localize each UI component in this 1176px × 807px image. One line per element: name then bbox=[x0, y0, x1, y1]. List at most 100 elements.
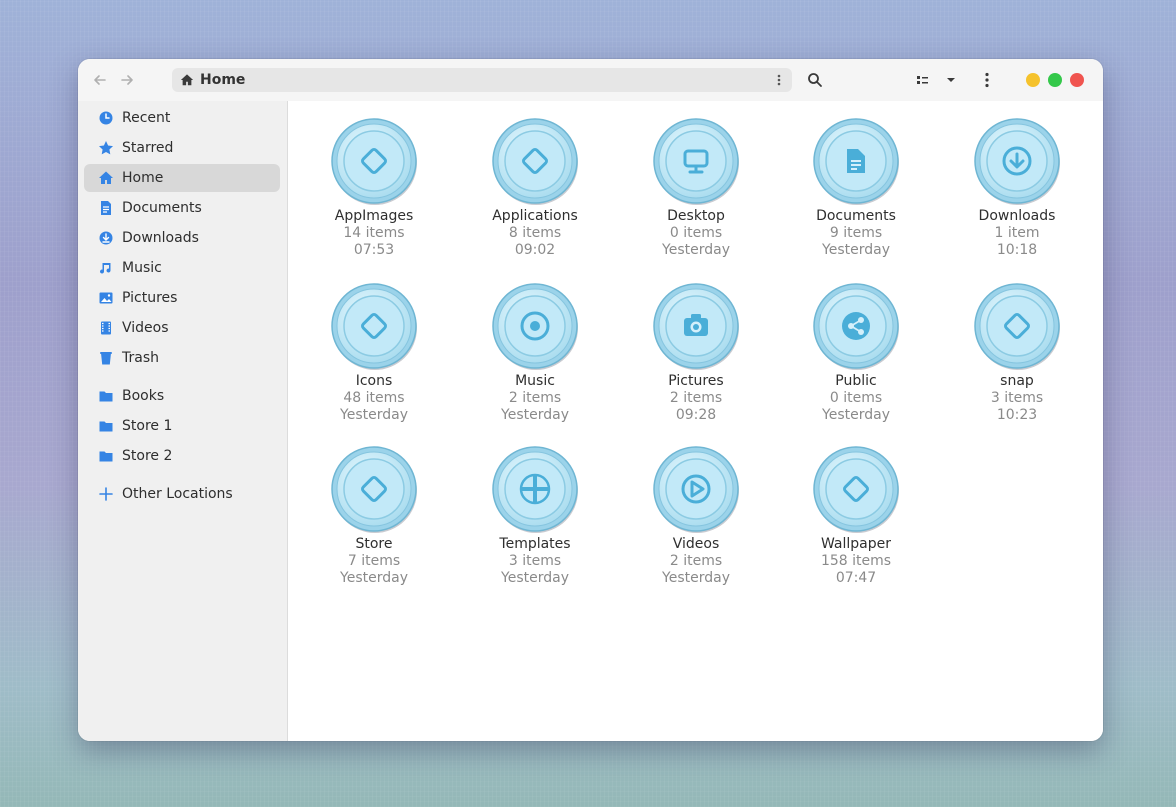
folder-item[interactable]: Music 2 items Yesterday bbox=[460, 282, 610, 424]
folder-item-count: 2 items bbox=[669, 390, 723, 406]
folder-document-icon bbox=[812, 117, 900, 205]
document-icon bbox=[98, 200, 114, 216]
path-bar[interactable]: Home bbox=[172, 68, 792, 92]
sidebar-item-recent[interactable]: Recent bbox=[84, 104, 280, 132]
folder-item[interactable]: Icons 48 items Yesterday bbox=[299, 282, 449, 424]
sidebar-item-starred[interactable]: Starred bbox=[84, 134, 280, 162]
kebab-menu-icon[interactable] bbox=[977, 70, 997, 90]
folder-item-count: 9 items bbox=[829, 225, 883, 241]
folder-item[interactable]: AppImages 14 items 07:53 bbox=[299, 117, 449, 259]
download-icon bbox=[98, 230, 114, 246]
trash-icon bbox=[98, 350, 114, 366]
folder-item[interactable]: Downloads 1 item 10:18 bbox=[942, 117, 1092, 259]
sidebar-item-books[interactable]: Books bbox=[84, 382, 280, 410]
arrow-right-icon[interactable] bbox=[117, 70, 137, 90]
folder-diamond-icon bbox=[812, 445, 900, 533]
folder-item[interactable]: Store 7 items Yesterday bbox=[299, 445, 449, 587]
sidebar-item-label: Recent bbox=[122, 110, 171, 126]
list-view-icon[interactable] bbox=[913, 70, 933, 90]
close-button[interactable] bbox=[1070, 73, 1084, 87]
path-crumb-home[interactable]: Home bbox=[180, 72, 245, 88]
file-manager-window: Home Recent Starred Home Documents Downloads… bbox=[78, 59, 1103, 741]
folder-item-count: 3 items bbox=[508, 553, 562, 569]
folder-name: Icons bbox=[355, 373, 393, 389]
folder-item-count: 0 items bbox=[669, 225, 723, 241]
folder-modified-time: Yesterday bbox=[340, 570, 408, 586]
folder-plus-icon bbox=[491, 445, 579, 533]
folder-item[interactable]: Videos 2 items Yesterday bbox=[621, 445, 771, 587]
sidebar-item-music[interactable]: Music bbox=[84, 254, 280, 282]
folder-item-count: 8 items bbox=[508, 225, 562, 241]
sidebar-item-documents[interactable]: Documents bbox=[84, 194, 280, 222]
folder-item[interactable]: Templates 3 items Yesterday bbox=[460, 445, 610, 587]
chevron-down-icon[interactable] bbox=[941, 70, 961, 90]
sidebar: Recent Starred Home Documents Downloads Music… bbox=[78, 101, 288, 741]
sidebar-item-home[interactable]: Home bbox=[84, 164, 280, 192]
sidebar-item-pictures[interactable]: Pictures bbox=[84, 284, 280, 312]
folder-modified-time: Yesterday bbox=[340, 407, 408, 423]
folder-item-count: 14 items bbox=[343, 225, 405, 241]
folder-item[interactable]: Documents 9 items Yesterday bbox=[781, 117, 931, 259]
video-icon bbox=[98, 320, 114, 336]
folder-modified-time: Yesterday bbox=[501, 407, 569, 423]
folder-item[interactable]: Applications 8 items 09:02 bbox=[460, 117, 610, 259]
folder-item-count: 3 items bbox=[990, 390, 1044, 406]
maximize-button[interactable] bbox=[1048, 73, 1062, 87]
folder-modified-time: 09:02 bbox=[514, 242, 556, 258]
search-icon[interactable] bbox=[805, 70, 825, 90]
folder-modified-time: Yesterday bbox=[822, 242, 890, 258]
folder-name: Store bbox=[355, 536, 393, 552]
folder-item[interactable]: Desktop 0 items Yesterday bbox=[621, 117, 771, 259]
headerbar: Home bbox=[78, 59, 1103, 102]
folder-item-count: 7 items bbox=[347, 553, 401, 569]
folder-item-count: 2 items bbox=[508, 390, 562, 406]
folder-item-count: 1 item bbox=[994, 225, 1040, 241]
path-menu-icon[interactable] bbox=[774, 71, 784, 89]
home-icon bbox=[180, 74, 194, 86]
sidebar-item-label: Other Locations bbox=[122, 486, 233, 502]
folder-modified-time: Yesterday bbox=[501, 570, 569, 586]
folder-item[interactable]: snap 3 items 10:23 bbox=[942, 282, 1092, 424]
sidebar-item-trash[interactable]: Trash bbox=[84, 344, 280, 372]
folder-name: Pictures bbox=[668, 373, 724, 389]
folder-name: snap bbox=[1000, 373, 1034, 389]
arrow-left-icon[interactable] bbox=[90, 70, 110, 90]
folder-diamond-icon bbox=[491, 117, 579, 205]
folder-name: Videos bbox=[672, 536, 720, 552]
folder-item[interactable]: Pictures 2 items 09:28 bbox=[621, 282, 771, 424]
folder-name: Documents bbox=[816, 208, 896, 224]
folder-modified-time: Yesterday bbox=[662, 242, 730, 258]
folder-item[interactable]: Public 0 items Yesterday bbox=[781, 282, 931, 424]
sidebar-item-label: Pictures bbox=[122, 290, 178, 306]
sidebar-item-label: Starred bbox=[122, 140, 174, 156]
sidebar-item-store-2[interactable]: Store 2 bbox=[84, 442, 280, 470]
sidebar-item-store-1[interactable]: Store 1 bbox=[84, 412, 280, 440]
sidebar-item-other-locations[interactable]: Other Locations bbox=[84, 480, 280, 508]
folder-item-count: 0 items bbox=[829, 390, 883, 406]
folder-name: Templates bbox=[499, 536, 571, 552]
folder-name: AppImages bbox=[334, 208, 414, 224]
sidebar-item-label: Downloads bbox=[122, 230, 199, 246]
folder-disc-icon bbox=[491, 282, 579, 370]
path-label: Home bbox=[200, 72, 246, 88]
music-icon bbox=[98, 260, 114, 276]
folder-modified-time: Yesterday bbox=[662, 570, 730, 586]
folder-name: Downloads bbox=[978, 208, 1056, 224]
folder-modified-time: 10:18 bbox=[996, 242, 1038, 258]
folder-modified-time: 07:47 bbox=[835, 570, 877, 586]
folder-icon bbox=[98, 388, 114, 404]
sidebar-item-downloads[interactable]: Downloads bbox=[84, 224, 280, 252]
minimize-button[interactable] bbox=[1026, 73, 1040, 87]
folder-item[interactable]: Wallpaper 158 items 07:47 bbox=[781, 445, 931, 587]
folder-camera-icon bbox=[652, 282, 740, 370]
clock-icon bbox=[98, 110, 114, 126]
picture-icon bbox=[98, 290, 114, 306]
folder-monitor-icon bbox=[652, 117, 740, 205]
folder-modified-time: Yesterday bbox=[822, 407, 890, 423]
folder-item-count: 48 items bbox=[343, 390, 405, 406]
folder-play-icon bbox=[652, 445, 740, 533]
sidebar-item-videos[interactable]: Videos bbox=[84, 314, 280, 342]
folder-diamond-icon bbox=[330, 445, 418, 533]
folder-icon bbox=[98, 418, 114, 434]
folder-download-icon bbox=[973, 117, 1061, 205]
